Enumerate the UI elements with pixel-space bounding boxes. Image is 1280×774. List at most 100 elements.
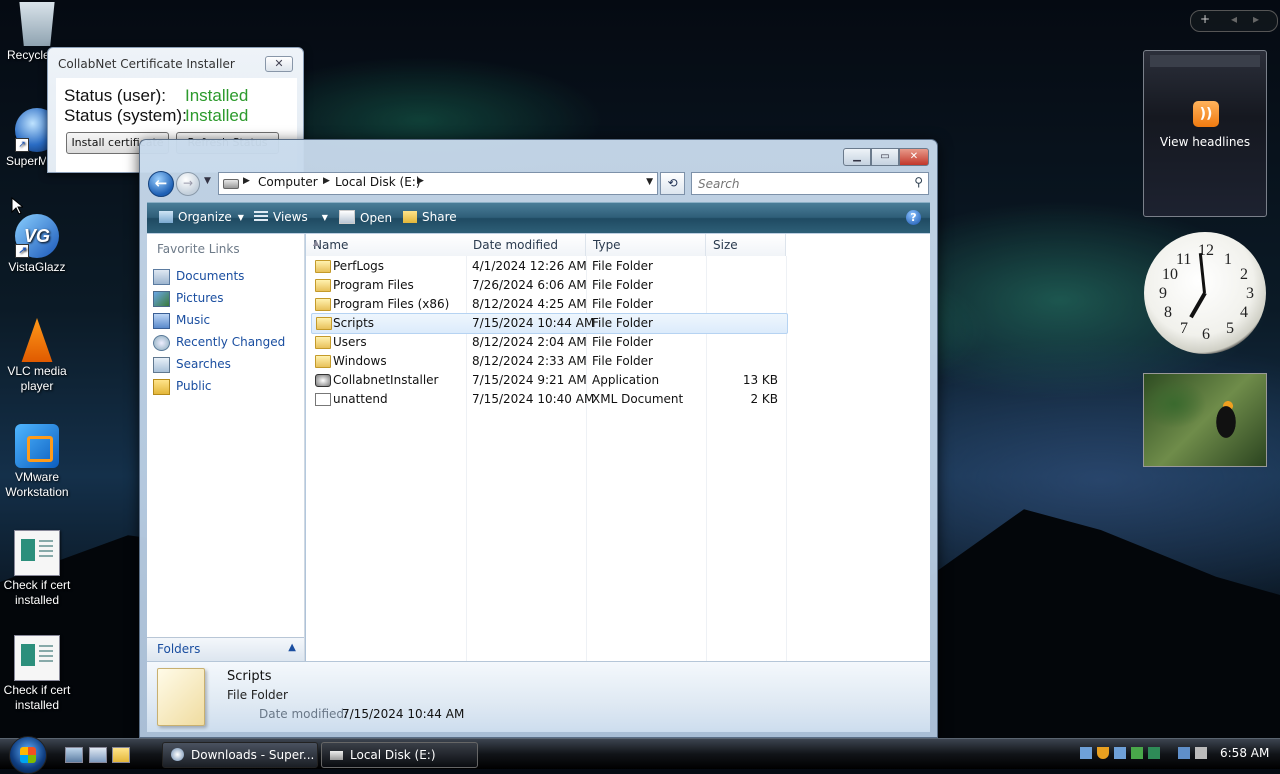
favorite-link-label: Pictures <box>176 291 224 305</box>
desktop-icon-check-cert-1[interactable]: Check if cert installed <box>0 530 74 608</box>
folder-icon <box>315 336 331 349</box>
show-desktop-icon[interactable] <box>65 747 83 763</box>
close-button[interactable]: ✕ <box>899 148 929 166</box>
switch-windows-icon[interactable] <box>89 747 107 763</box>
drive-icon <box>330 751 343 760</box>
details-pane: Scripts File Folder Date modified: 7/15/… <box>147 661 930 732</box>
view-headlines-link[interactable]: View headlines <box>1144 135 1266 149</box>
favorite-link-pictures[interactable]: Pictures <box>153 289 301 309</box>
minimize-button[interactable]: ▁ <box>843 148 871 166</box>
favorite-link-label: Recently Changed <box>176 335 286 349</box>
file-row-program-files-x86[interactable]: Program Files (x86) 8/12/2024 4:25 AM Fi… <box>311 295 786 314</box>
share-button[interactable]: Share <box>403 210 457 224</box>
feed-headlines-gadget[interactable]: )) View headlines <box>1143 50 1267 217</box>
recent-pages-dropdown[interactable]: ▼ <box>204 176 211 186</box>
back-button[interactable]: ← <box>148 171 174 197</box>
next-gadgets-button[interactable]: ▸ <box>1253 12 1259 26</box>
file-row-scripts[interactable]: Scripts 7/15/2024 10:44 AM File Folder <box>311 313 788 334</box>
file-row-collabnetinstaller[interactable]: CollabnetInstaller 7/15/2024 9:21 AM App… <box>311 371 786 390</box>
column-header-type[interactable]: Type <box>586 234 706 256</box>
vmware-icon <box>15 424 59 468</box>
favorite-link-recently-changed[interactable]: Recently Changed <box>153 333 301 353</box>
close-button[interactable]: ✕ <box>265 56 293 72</box>
file-date: 8/12/2024 4:25 AM <box>472 297 587 311</box>
file-row-program-files[interactable]: Program Files 7/26/2024 6:06 AM File Fol… <box>311 276 786 295</box>
file-name: Scripts <box>333 316 375 330</box>
folder-icon[interactable] <box>112 747 130 763</box>
add-gadget-button[interactable]: + <box>1200 12 1210 26</box>
clock-hour-hand <box>1189 292 1207 319</box>
recently-changed-icon <box>153 335 170 351</box>
folder-icon <box>315 298 331 311</box>
address-bar[interactable]: ▶ Computer ▶ Local Disk (E:) ▶ ▼ <box>218 172 658 195</box>
column-header-date-modified[interactable]: Date modified <box>466 234 586 256</box>
breadcrumb-local-disk[interactable]: Local Disk (E:) <box>335 175 421 189</box>
file-name: Program Files (x86) <box>333 297 450 311</box>
clock-number: 11 <box>1176 251 1192 268</box>
command-toolbar: Organize ▼ Views ▼ Open Share ? <box>147 202 930 233</box>
slideshow-gadget-toucan-photo[interactable] <box>1143 373 1267 467</box>
file-name: PerfLogs <box>333 259 385 273</box>
sidebar-controls: + ◂ ▸ <box>1190 10 1278 32</box>
check-tray-icon[interactable] <box>1148 747 1160 759</box>
open-button[interactable]: Open <box>339 210 392 225</box>
desktop-icon-vmware[interactable]: VMware Workstation <box>0 424 74 500</box>
breadcrumb-computer[interactable]: Computer <box>258 175 318 189</box>
display-tray-icon[interactable] <box>1114 747 1126 759</box>
desktop-icon-label: Check if cert installed <box>3 578 71 607</box>
search-input[interactable] <box>696 175 900 193</box>
help-icon: ? <box>910 211 917 224</box>
address-dropdown-icon[interactable]: ▼ <box>646 177 653 187</box>
file-row-unattend[interactable]: unattend 7/15/2024 10:40 AM XML Document… <box>311 390 786 409</box>
previous-gadgets-button[interactable]: ◂ <box>1231 12 1237 26</box>
views-button[interactable]: Views ▼ <box>254 210 328 224</box>
folders-toggle[interactable]: Folders ▲ <box>147 637 304 662</box>
maximize-button[interactable]: ▭ <box>871 148 899 166</box>
organize-button[interactable]: Organize ▼ <box>159 210 244 224</box>
file-row-perflogs[interactable]: PerfLogs 4/1/2024 12:26 AM File Folder <box>311 257 786 276</box>
forward-arrow-icon: → <box>182 176 194 190</box>
file-name: CollabnetInstaller <box>333 373 439 387</box>
music-icon <box>153 313 170 329</box>
gadget-header <box>1150 55 1260 67</box>
app-tray-icon[interactable] <box>1131 747 1143 759</box>
network-tray-icon[interactable] <box>1080 747 1092 759</box>
status-user-value: Installed <box>185 86 249 105</box>
desktop-icon-vlc[interactable]: VLC media player <box>0 318 74 394</box>
desktop-icon-check-cert-2[interactable]: Check if cert installed <box>0 635 74 713</box>
desktop-icon-label: SuperMonitor <box>6 154 46 168</box>
file-date: 8/12/2024 2:33 AM <box>472 354 587 368</box>
taskbar-button-downloads[interactable]: Downloads - Super... <box>162 742 318 768</box>
start-button[interactable] <box>9 736 47 774</box>
favorite-link-label: Documents <box>176 269 245 283</box>
file-name: unattend <box>333 392 388 406</box>
xml-document-icon <box>315 393 331 406</box>
volume-muted-icon[interactable] <box>1195 747 1207 759</box>
status-system-label: Status (system): <box>64 106 187 125</box>
desktop-icon-vistaglazz[interactable]: VG ↗ VistaGlazz <box>0 214 74 275</box>
application-icon <box>315 374 331 387</box>
network-connection-icon[interactable] <box>1178 747 1190 759</box>
favorite-link-public[interactable]: Public <box>153 377 301 397</box>
column-header-size[interactable]: Size <box>706 234 786 256</box>
column-header-label: Size <box>713 238 738 252</box>
refresh-button[interactable]: ⟲ <box>660 172 685 195</box>
favorite-link-label: Music <box>176 313 211 327</box>
organize-label: Organize <box>178 210 232 224</box>
document-icon <box>14 635 60 681</box>
file-row-users[interactable]: Users 8/12/2024 2:04 AM File Folder <box>311 333 786 352</box>
search-icon[interactable]: ⚲ <box>914 175 923 189</box>
favorite-link-documents[interactable]: Documents <box>153 267 301 287</box>
minimize-icon: ▁ <box>853 151 861 162</box>
forward-button[interactable]: → <box>176 172 200 196</box>
refresh-icon: ⟲ <box>667 176 678 190</box>
security-shield-icon[interactable] <box>1097 747 1109 759</box>
clock-time[interactable]: 6:58 AM <box>1220 746 1269 760</box>
chevron-down-icon: ▼ <box>237 213 244 222</box>
help-button[interactable]: ? <box>906 210 921 225</box>
favorite-link-music[interactable]: Music <box>153 311 301 331</box>
favorite-link-searches[interactable]: Searches <box>153 355 301 375</box>
taskbar-button-local-disk[interactable]: Local Disk (E:) <box>321 742 478 768</box>
file-row-windows[interactable]: Windows 8/12/2024 2:33 AM File Folder <box>311 352 786 371</box>
column-header-name[interactable]: Name ▲ <box>306 234 467 256</box>
